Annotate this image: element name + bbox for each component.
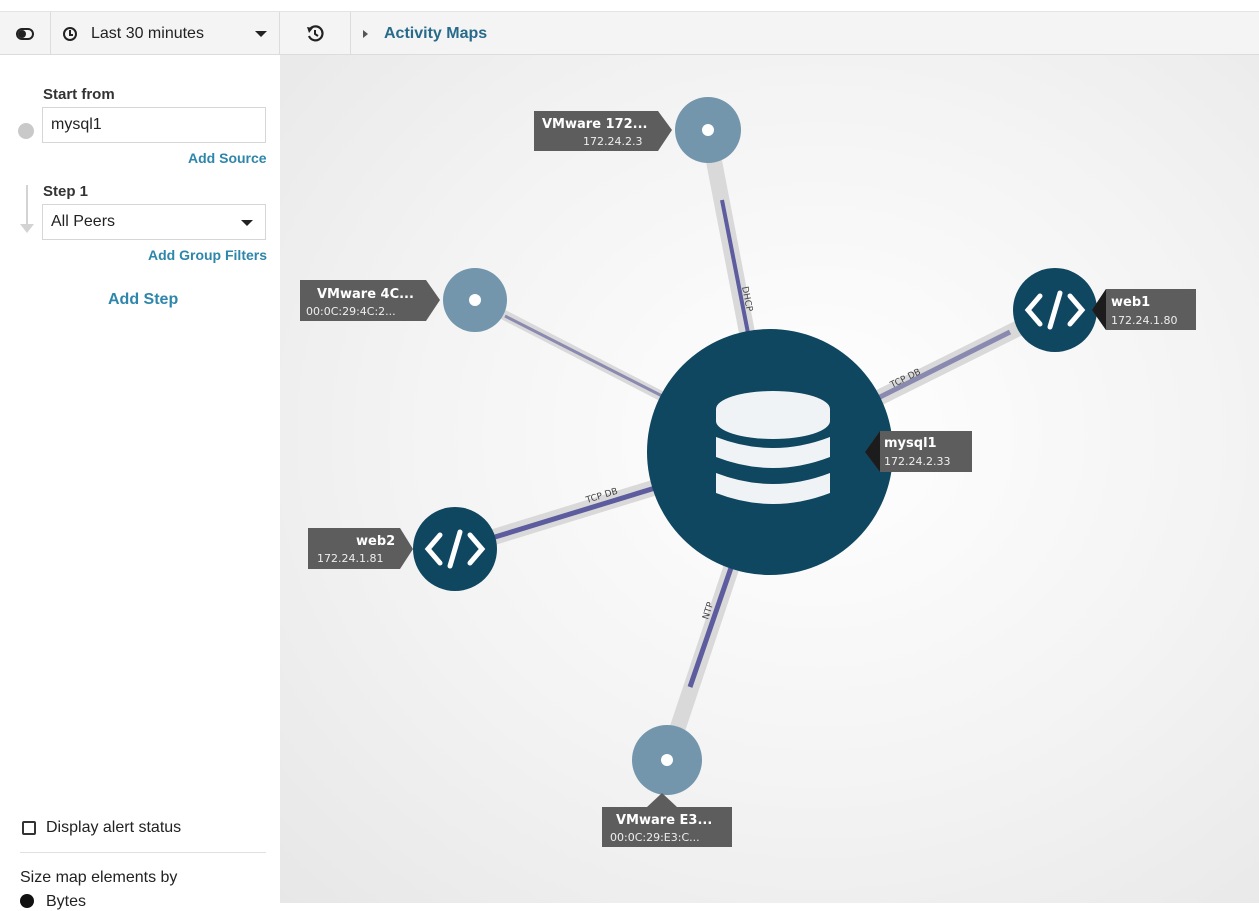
source-dot-icon: [18, 123, 34, 139]
caret-right-icon[interactable]: [363, 29, 368, 38]
size-by-bytes-label: Bytes: [46, 893, 87, 910]
arrow-down-icon: [20, 185, 34, 233]
step-label: Step 1: [43, 183, 89, 200]
svg-text:00:0C:29:4C:2...: 00:0C:29:4C:2...: [306, 305, 396, 318]
clock-icon: [63, 26, 77, 41]
time-range-selector[interactable]: Last 30 minutes: [51, 12, 279, 55]
sidebar-toggle-button[interactable]: [0, 12, 50, 55]
sidebar: Start from mysql1 Add Source Step 1 All …: [0, 55, 280, 910]
display-alert-status-label: Display alert status: [46, 819, 182, 836]
device-icon: [661, 754, 673, 766]
device-icon: [469, 294, 481, 306]
start-from-label: Start from: [43, 86, 115, 103]
node-mysql1[interactable]: mysql1 172.24.2.33: [647, 329, 972, 575]
add-step-link[interactable]: Add Step: [108, 291, 178, 309]
step-filter-select[interactable]: All Peers: [42, 204, 266, 240]
chevron-down-icon: [255, 31, 267, 37]
activity-map-canvas[interactable]: DHCP TCP DB TCP DB NTP mysql1 172.24.2.3…: [280, 55, 1259, 903]
divider: [20, 852, 266, 853]
chevron-down-icon: [241, 220, 253, 226]
svg-text:VMware 4C...: VMware 4C...: [317, 287, 414, 302]
node-vmware-4c[interactable]: VMware 4C... 00:0C:29:4C:2...: [300, 268, 507, 332]
device-icon: [702, 124, 714, 136]
node-label-vmware-e3: VMware E3... 00:0C:29:E3:C...: [602, 793, 732, 847]
node-vmware-e3[interactable]: VMware E3... 00:0C:29:E3:C...: [602, 725, 732, 847]
svg-text:172.24.1.81: 172.24.1.81: [317, 552, 383, 565]
source-input[interactable]: mysql1: [42, 107, 266, 143]
step-filter-value: All Peers: [51, 213, 116, 230]
svg-text:172.24.2.3: 172.24.2.3: [583, 135, 642, 148]
activity-map-svg: DHCP TCP DB TCP DB NTP mysql1 172.24.2.3…: [300, 97, 1196, 847]
breadcrumb: Activity Maps: [351, 12, 487, 55]
svg-text:172.24.1.80: 172.24.1.80: [1111, 314, 1177, 327]
add-group-filters-link[interactable]: Add Group Filters: [148, 247, 267, 263]
time-range-label: Last 30 minutes: [91, 24, 204, 42]
size-by-label: Size map elements by: [20, 869, 178, 886]
display-alert-status-checkbox[interactable]: [22, 821, 36, 835]
node-vmware-172[interactable]: VMware 172... 172.24.2.3: [534, 97, 741, 163]
node-label-mysql1: mysql1 172.24.2.33: [865, 431, 972, 472]
svg-text:172.24.2.33: 172.24.2.33: [884, 455, 950, 468]
top-toolbar: Last 30 minutes Activity Maps: [0, 11, 1259, 55]
node-label-web1: web1 172.24.1.80: [1092, 289, 1196, 330]
node-web2[interactable]: web2 172.24.1.81: [308, 507, 497, 591]
breadcrumb-activity-maps[interactable]: Activity Maps: [384, 25, 487, 43]
node-web1[interactable]: web1 172.24.1.80: [1013, 268, 1196, 352]
node-label-vmware-172: VMware 172... 172.24.2.3: [534, 111, 672, 151]
node-label-vmware-4c: VMware 4C... 00:0C:29:4C:2...: [300, 280, 440, 321]
toggle-icon: [16, 27, 34, 40]
size-by-bytes-radio[interactable]: [20, 894, 34, 908]
node-label-web2: web2 172.24.1.81: [308, 528, 413, 569]
svg-text:mysql1: mysql1: [884, 436, 937, 451]
svg-text:VMware E3...: VMware E3...: [616, 813, 712, 828]
add-source-link[interactable]: Add Source: [188, 150, 267, 166]
history-button[interactable]: [280, 12, 350, 55]
svg-text:web1: web1: [1111, 295, 1150, 310]
svg-text:web2: web2: [356, 534, 395, 549]
svg-text:VMware 172...: VMware 172...: [542, 117, 648, 132]
history-icon: [307, 24, 324, 41]
svg-text:00:0C:29:E3:C...: 00:0C:29:E3:C...: [610, 831, 700, 844]
